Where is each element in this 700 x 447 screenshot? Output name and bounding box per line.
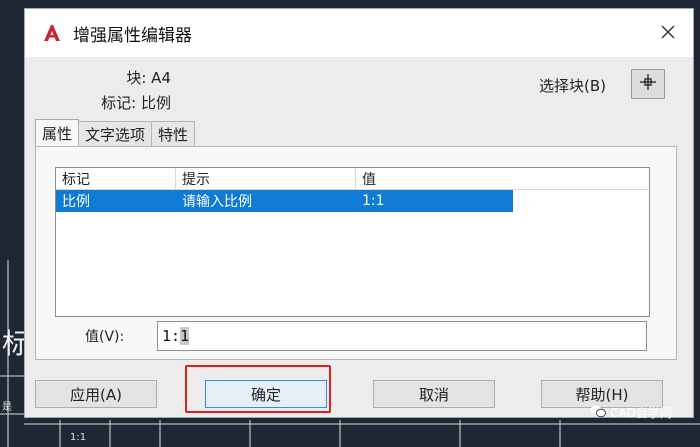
background-small-text: 是	[2, 402, 12, 413]
value-field-label: 值(V):	[85, 329, 125, 345]
watermark: CAD自学网	[590, 404, 672, 421]
attribute-list-header: 标记 提示 值	[56, 168, 649, 190]
title-bar[interactable]: 增强属性编辑器	[25, 9, 693, 57]
tab-properties[interactable]: 特性	[151, 121, 196, 147]
value-input-selected-text: 1	[180, 327, 190, 345]
enhanced-attribute-editor-dialog: 增强属性编辑器 块: A4 标记: 比例 选择块(B) 属性 文字选项 特性 标…	[24, 8, 694, 418]
select-block-label: 选择块(B)	[539, 77, 606, 95]
background-scale-value: 1:1	[70, 432, 87, 443]
value-row: 值(V): 1: 1	[85, 321, 647, 351]
select-block-button[interactable]	[631, 69, 665, 99]
value-input[interactable]: 1: 1	[157, 321, 647, 351]
cancel-button[interactable]: 取消	[373, 380, 495, 408]
row-value-cell: 1:1	[362, 193, 385, 209]
close-icon[interactable]	[657, 21, 679, 43]
watermark-text: CAD自学网	[610, 406, 672, 420]
autocad-logo-icon	[41, 22, 63, 44]
table-row[interactable]: 比例 请输入比例 1:1	[56, 190, 513, 212]
ok-button-highlight	[185, 365, 331, 413]
column-header-tag[interactable]: 标记	[56, 168, 176, 189]
attribute-list[interactable]: 标记 提示 值 比例 请输入比例 1:1	[55, 167, 650, 317]
column-header-value[interactable]: 值	[356, 168, 513, 189]
tab-attributes[interactable]: 属性	[35, 119, 80, 147]
column-header-prompt[interactable]: 提示	[176, 168, 356, 189]
tab-text-options[interactable]: 文字选项	[78, 121, 153, 147]
value-input-text: 1:	[162, 327, 181, 345]
dialog-title: 增强属性编辑器	[73, 25, 192, 46]
row-tag-cell: 比例	[62, 194, 90, 210]
apply-button[interactable]: 应用(A)	[35, 380, 157, 408]
tag-name-label: 标记: 比例	[101, 94, 171, 112]
wechat-icon	[590, 404, 606, 421]
row-prompt-cell: 请输入比例	[182, 194, 252, 210]
tab-strip: 属性 文字选项 特性	[35, 119, 196, 147]
block-name-label: 块: A4	[126, 69, 171, 87]
crosshair-pick-icon	[638, 72, 658, 96]
